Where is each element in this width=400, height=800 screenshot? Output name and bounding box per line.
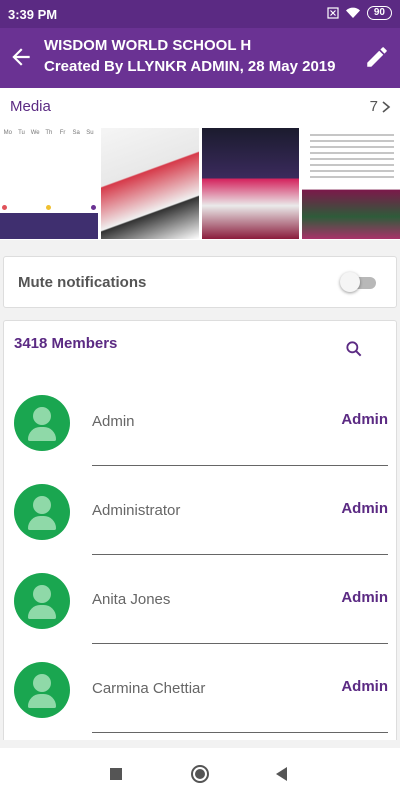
member-name: Administrator <box>92 502 181 519</box>
back-triangle-icon[interactable] <box>272 764 292 784</box>
media-thumb-calendar[interactable]: Mo Tu We Th Fr Sa Su <box>0 128 98 239</box>
legend-dot-holiday <box>2 205 7 210</box>
back-arrow-icon[interactable] <box>8 44 34 70</box>
edit-pencil-icon[interactable] <box>364 44 390 70</box>
calendar-day: Sa <box>72 130 80 136</box>
chevron-right-icon[interactable] <box>380 100 392 114</box>
member-row[interactable]: Admin Admin <box>4 395 396 484</box>
media-thumbnails: Mo Tu We Th Fr Sa Su <box>0 128 400 239</box>
member-row[interactable]: Administrator Admin <box>4 484 396 573</box>
status-icons: 90 <box>327 6 392 20</box>
mute-notifications-label: Mute notifications <box>18 274 147 291</box>
media-label: Media <box>10 98 51 115</box>
divider <box>92 732 388 733</box>
member-row[interactable]: Anita Jones Admin <box>4 573 396 662</box>
group-header: WISDOM WORLD SCHOOL H Created By LLYNKR … <box>44 37 354 75</box>
calendar-day: Tu <box>18 130 25 136</box>
member-role: Admin <box>341 500 388 517</box>
calendar-day-headers: Mo Tu We Th Fr Sa Su <box>2 130 96 136</box>
mute-notifications-row: Mute notifications <box>3 256 397 308</box>
stop-square-icon[interactable] <box>106 764 126 784</box>
divider <box>92 554 388 555</box>
calendar-day: Su <box>86 130 94 136</box>
person-icon <box>14 573 70 629</box>
media-thumb-document[interactable] <box>302 128 400 239</box>
member-name: Carmina Chettiar <box>92 680 206 697</box>
wifi-icon <box>345 7 360 19</box>
battery-indicator: 90 <box>366 6 392 20</box>
system-nav-bar <box>0 748 400 800</box>
member-row[interactable]: Carmina Chettiar Admin <box>4 662 396 740</box>
toggle-knob <box>340 272 360 292</box>
members-count: 3418 Members <box>14 335 118 352</box>
search-icon[interactable] <box>344 339 364 359</box>
members-section: 3418 Members Admin Admin Administrator A… <box>3 320 397 740</box>
person-icon <box>14 484 70 540</box>
media-count[interactable]: 7 <box>370 98 378 115</box>
member-role: Admin <box>341 411 388 428</box>
status-bar: 3:39 PM 90 <box>0 0 400 28</box>
divider <box>92 643 388 644</box>
media-thumb-poster[interactable] <box>100 128 199 239</box>
group-title: WISDOM WORLD SCHOOL H <box>44 37 252 54</box>
person-icon <box>14 395 70 451</box>
divider <box>92 465 388 466</box>
calendar-day: We <box>30 130 40 136</box>
mute-notifications-toggle[interactable] <box>340 272 376 292</box>
calendar-footer-bar <box>0 213 98 239</box>
person-icon <box>14 662 70 718</box>
media-thumb-collage[interactable] <box>201 128 300 239</box>
app-bar: WISDOM WORLD SCHOOL H Created By LLYNKR … <box>0 28 400 88</box>
media-section: Media 7 Mo Tu We Th Fr Sa Su <box>0 88 400 240</box>
calendar-day: Th <box>45 130 53 136</box>
legend-dot-activity <box>46 205 52 210</box>
calendar-day: Mo <box>3 130 12 136</box>
member-name: Anita Jones <box>92 591 171 608</box>
close-box-icon <box>327 7 339 19</box>
legend-dot-task <box>90 205 96 210</box>
home-circle-icon[interactable] <box>190 764 210 784</box>
member-role: Admin <box>341 589 388 606</box>
member-role: Admin <box>341 678 388 695</box>
document-text-lines <box>310 134 394 182</box>
calendar-day: Fr <box>59 130 66 136</box>
group-subtitle: Created By LLYNKR ADMIN, 28 May 2019 <box>44 58 336 75</box>
status-time: 3:39 PM <box>8 7 58 22</box>
member-name: Admin <box>92 413 135 430</box>
calendar-legend <box>2 205 96 211</box>
